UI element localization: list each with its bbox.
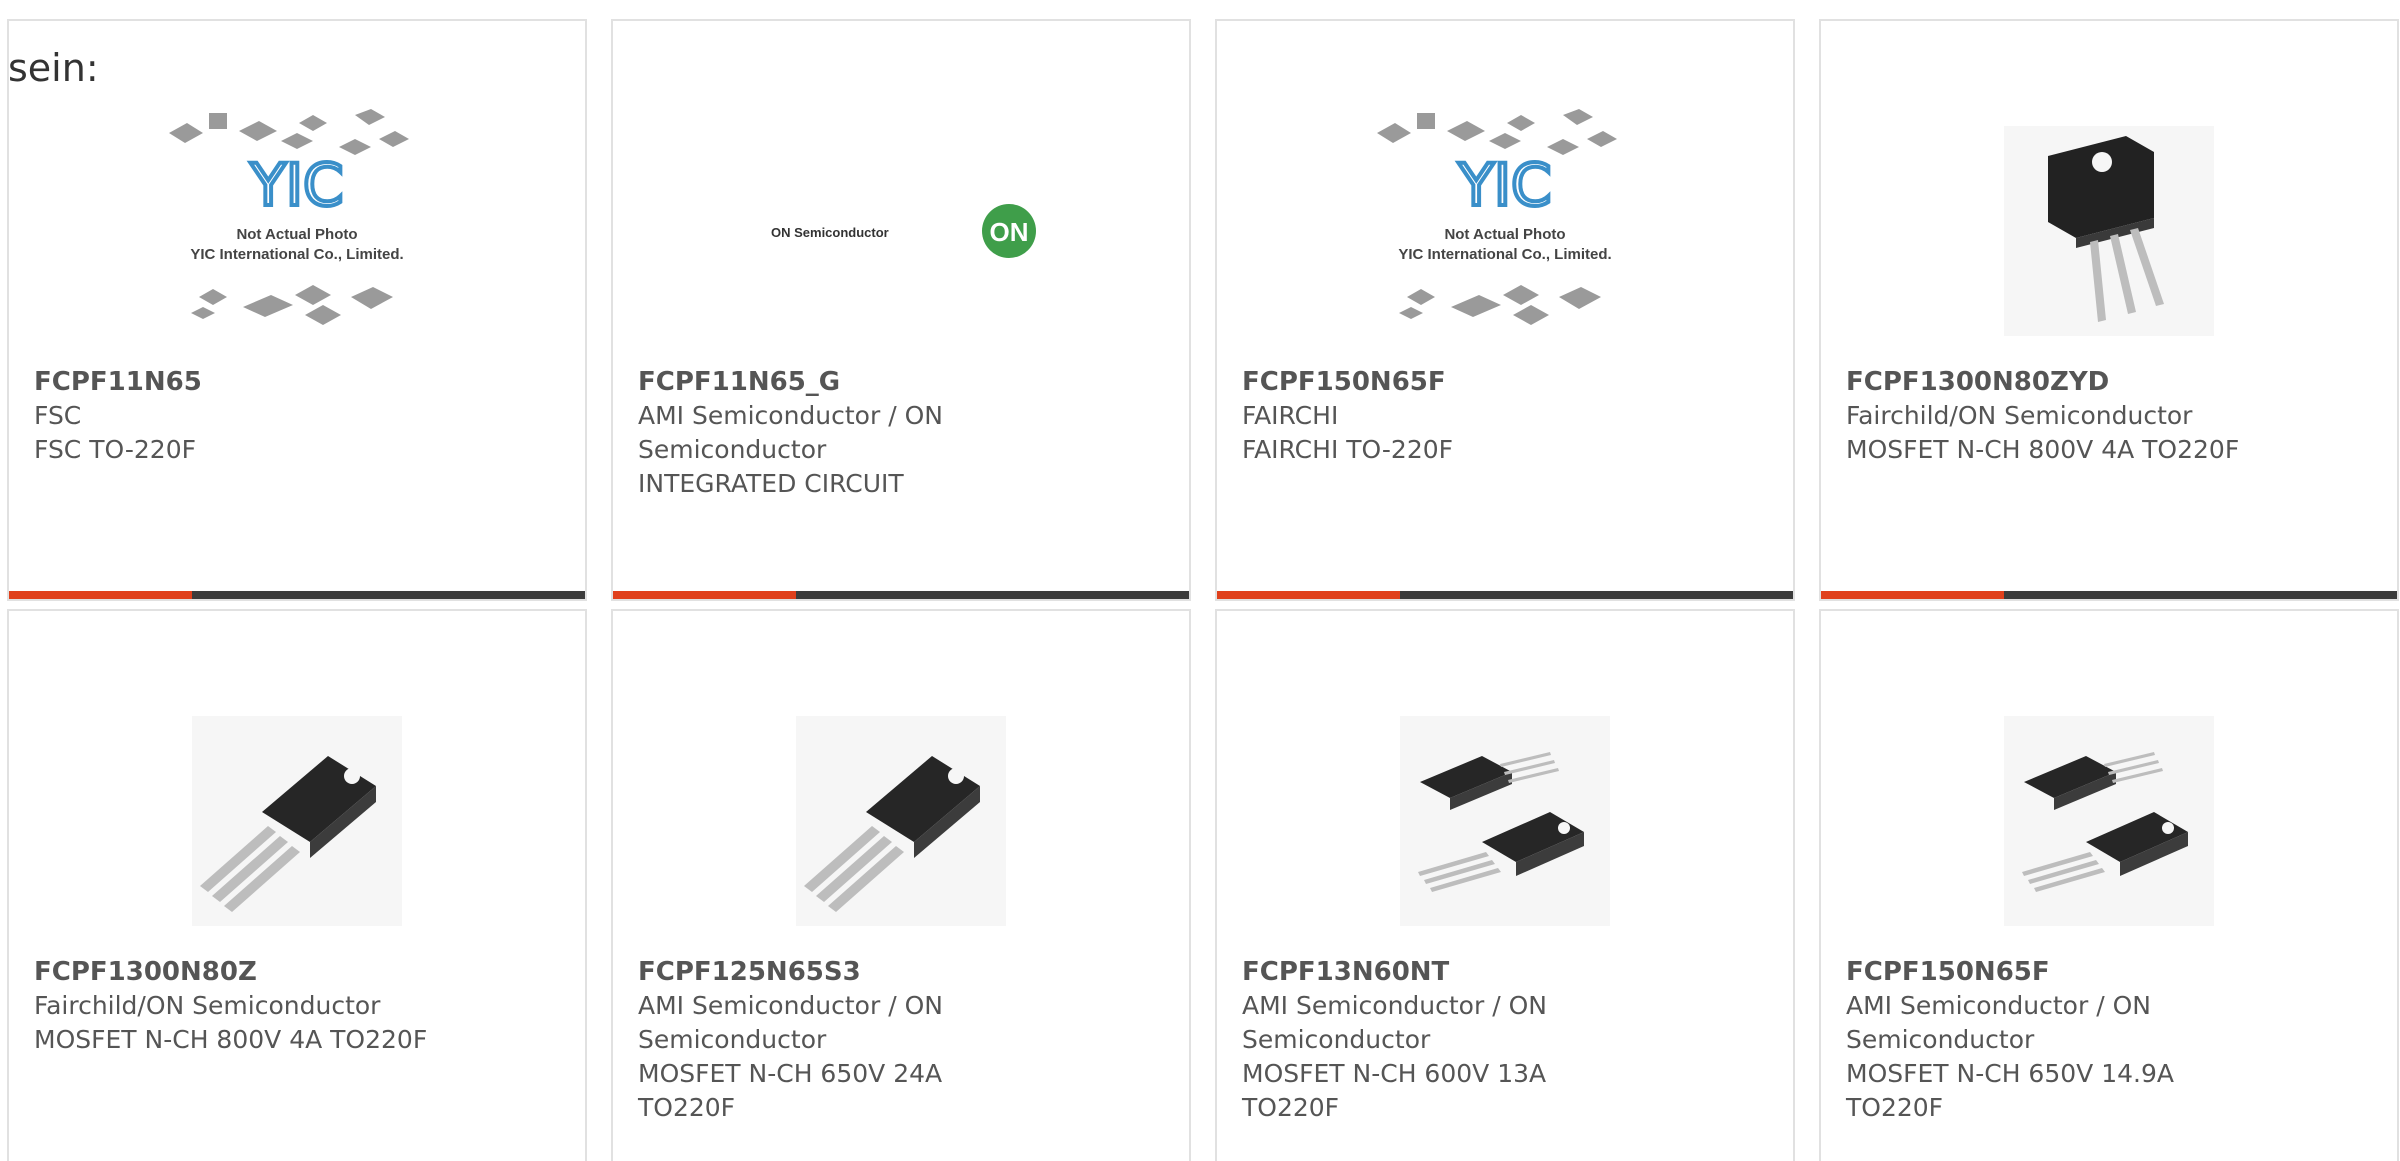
product-info: FCPF11N65 FSC FSC TO-220F xyxy=(34,365,434,467)
product-card[interactable]: ON Semiconductor ON FCPF11N65_G AMI Semi… xyxy=(611,19,1191,601)
card-bottom-bar xyxy=(1217,591,1793,599)
part-number-link[interactable]: FCPF11N65_G xyxy=(638,365,1038,399)
part-number-link[interactable]: FCPF11N65 xyxy=(34,365,434,399)
manufacturer: AMI Semiconductor / ON Semiconductor xyxy=(638,991,943,1054)
manufacturer: FSC xyxy=(34,401,82,430)
product-card[interactable]: YIC Not Actual Photo YIC International C… xyxy=(7,19,587,601)
product-card[interactable]: FCPF150N65F AMI Semiconductor / ON Semic… xyxy=(1819,609,2399,1161)
product-info: FCPF125N65S3 AMI Semiconductor / ON Semi… xyxy=(638,955,1038,1125)
yic-logo: YIC xyxy=(249,151,343,219)
card-bottom-bar xyxy=(613,591,1189,599)
part-number-link[interactable]: FCPF13N60NT xyxy=(1242,955,1642,989)
placeholder-line2: YIC International Co., Limited. xyxy=(190,246,403,263)
manufacturer: Fairchild/ON Semiconductor xyxy=(1846,401,2193,430)
not-actual-photo-icon: YIC Not Actual Photo YIC International C… xyxy=(1377,109,1617,325)
placeholder-line1: Not Actual Photo xyxy=(236,226,357,243)
card-accent xyxy=(1217,591,1400,599)
product-image: YIC Not Actual Photo YIC International C… xyxy=(1217,91,1793,371)
placeholder-line1: Not Actual Photo xyxy=(1444,226,1565,243)
product-card[interactable]: FCPF13N60NT AMI Semiconductor / ON Semic… xyxy=(1215,609,1795,1161)
part-number-link[interactable]: FCPF1300N80Z xyxy=(34,955,434,989)
part-number-link[interactable]: FCPF150N65F xyxy=(1846,955,2246,989)
intro-text: sein: xyxy=(8,46,99,90)
description: FAIRCHI TO-220F xyxy=(1242,435,1454,464)
description: MOSFET N-CH 800V 4A TO220F xyxy=(34,1025,428,1054)
to220f-pair-icon xyxy=(1400,716,1610,926)
to220f-front-icon xyxy=(2004,126,2214,336)
product-image xyxy=(1821,681,2397,961)
product-card[interactable]: FCPF1300N80ZYD Fairchild/ON Semiconducto… xyxy=(1819,19,2399,601)
card-bottom-bar xyxy=(1821,591,2397,599)
on-semiconductor-logo-icon: ON Semiconductor ON xyxy=(771,204,1036,258)
product-card[interactable]: YIC Not Actual Photo YIC International C… xyxy=(1215,19,1795,601)
manufacturer: AMI Semiconductor / ON Semiconductor xyxy=(1846,991,2151,1054)
card-bottom-bar xyxy=(9,591,585,599)
description: MOSFET N-CH 600V 13A TO220F xyxy=(1242,1059,1547,1122)
manufacturer: FAIRCHI xyxy=(1242,401,1339,430)
to220f-angled-icon xyxy=(796,716,1006,926)
product-card[interactable]: FCPF1300N80Z Fairchild/ON Semiconductor … xyxy=(7,609,587,1161)
on-logo-text: ON Semiconductor xyxy=(771,225,889,240)
card-accent xyxy=(613,591,796,599)
product-grid: YIC Not Actual Photo YIC International C… xyxy=(0,0,2400,1161)
card-accent xyxy=(9,591,192,599)
product-image: ON Semiconductor ON xyxy=(613,91,1189,371)
description: MOSFET N-CH 800V 4A TO220F xyxy=(1846,435,2240,464)
description: FSC TO-220F xyxy=(34,435,196,464)
part-number-link[interactable]: FCPF150N65F xyxy=(1242,365,1642,399)
product-card[interactable]: FCPF125N65S3 AMI Semiconductor / ON Semi… xyxy=(611,609,1191,1161)
to220f-angled-icon xyxy=(192,716,402,926)
yic-logo: YIC xyxy=(1457,151,1551,219)
on-logo-badge: ON xyxy=(990,217,1029,247)
product-info: FCPF150N65F AMI Semiconductor / ON Semic… xyxy=(1846,955,2246,1125)
product-image xyxy=(9,681,585,961)
product-info: FCPF150N65F FAIRCHI FAIRCHI TO-220F xyxy=(1242,365,1642,467)
manufacturer: AMI Semiconductor / ON Semiconductor xyxy=(638,401,943,464)
product-image xyxy=(613,681,1189,961)
product-info: FCPF1300N80ZYD Fairchild/ON Semiconducto… xyxy=(1846,365,2246,467)
product-info: FCPF1300N80Z Fairchild/ON Semiconductor … xyxy=(34,955,434,1057)
product-info: FCPF13N60NT AMI Semiconductor / ON Semic… xyxy=(1242,955,1642,1125)
part-number-link[interactable]: FCPF125N65S3 xyxy=(638,955,1038,989)
part-number-link[interactable]: FCPF1300N80ZYD xyxy=(1846,365,2246,399)
not-actual-photo-icon: YIC Not Actual Photo YIC International C… xyxy=(169,109,409,325)
product-info: FCPF11N65_G AMI Semiconductor / ON Semic… xyxy=(638,365,1038,501)
description: INTEGRATED CIRCUIT xyxy=(638,469,904,498)
card-accent xyxy=(1821,591,2004,599)
to220f-pair-icon xyxy=(2004,716,2214,926)
product-image: YIC Not Actual Photo YIC International C… xyxy=(9,91,585,371)
manufacturer: Fairchild/ON Semiconductor xyxy=(34,991,381,1020)
description: MOSFET N-CH 650V 24A TO220F xyxy=(638,1059,943,1122)
product-listing-page: sein: YIC Not Actual Photo YIC Internati… xyxy=(0,0,2400,1161)
product-image xyxy=(1821,91,2397,371)
description: MOSFET N-CH 650V 14.9A TO220F xyxy=(1846,1059,2174,1122)
placeholder-line2: YIC International Co., Limited. xyxy=(1398,246,1611,263)
manufacturer: AMI Semiconductor / ON Semiconductor xyxy=(1242,991,1547,1054)
product-image xyxy=(1217,681,1793,961)
